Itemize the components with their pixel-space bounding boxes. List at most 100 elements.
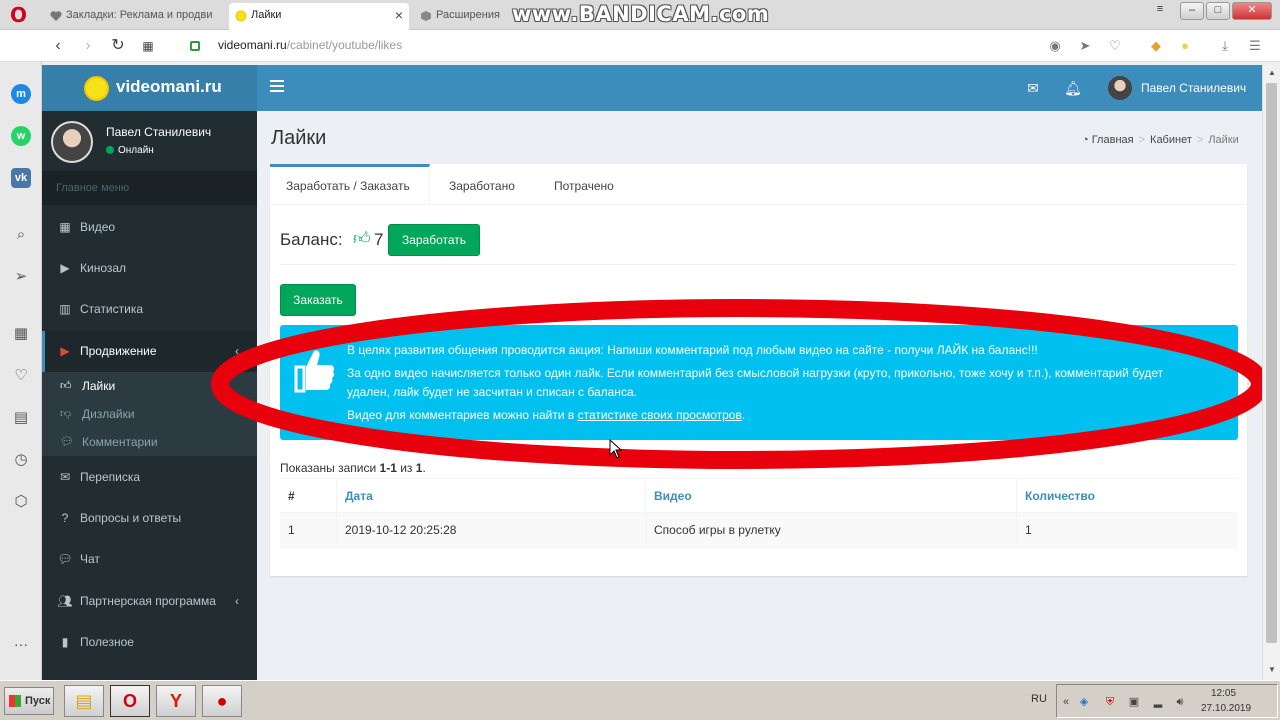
breadcrumb-cabinet[interactable]: Кабинет [1150,134,1192,146]
language-indicator[interactable]: RU [1031,693,1047,705]
forward-icon[interactable]: › [78,36,98,56]
table-header-date[interactable]: Дата [336,479,645,514]
browser-tab-extensions[interactable]: Расширения [414,3,506,30]
vk-icon[interactable]: vk [11,168,31,188]
envelope-icon[interactable]: ✉ [1024,79,1042,97]
submenu-item-dislikes[interactable]: 👎︎ Дизлайки [42,400,257,428]
heart-icon[interactable]: ♡ [11,366,31,386]
statistics-link[interactable]: статистике своих просмотров [578,408,742,422]
messenger-icon[interactable]: m [11,84,31,104]
opera-logo-icon[interactable]: O [10,5,32,25]
menu-header: Главное меню [42,171,257,205]
thumbs-up-large-icon [294,350,335,393]
extensions-cube-icon[interactable]: ⬡ [11,492,31,512]
heart-bookmark-icon[interactable]: ♡ [1107,38,1123,54]
file-manager-icon[interactable]: ▤ [64,685,104,717]
menu-icon[interactable]: ≡ [1148,2,1172,20]
security-icon[interactable]: ⛨ [1103,695,1117,709]
opera-taskbar-icon[interactable]: O [110,685,150,717]
sidebar-item-messages[interactable]: ✉ Переписка [42,457,257,498]
logo-text: videomani.ru [116,77,222,96]
send-icon[interactable]: ➢ [11,267,31,287]
sidebar-item-statistics[interactable]: ▥ Статистика [42,289,257,330]
volume-icon[interactable]: 🔊︎ [1173,695,1187,709]
sidebar-item-video[interactable]: ▦ Видео [42,207,257,248]
maximize-button[interactable]: □ [1206,2,1230,20]
book-icon: ▮ [61,635,69,649]
start-button[interactable]: Пуск [4,687,54,715]
tab-spent[interactable]: Потрачено [538,164,630,205]
earn-button[interactable]: Заработать [388,224,480,256]
bell-icon[interactable]: 🔔︎ [1064,79,1082,97]
header-user-name[interactable]: Павел Станилевич [1141,81,1246,95]
reload-icon[interactable]: ↻ [108,36,128,56]
scroll-down-icon[interactable]: ▼ [1267,665,1277,674]
balance-label: Баланс: [280,230,343,249]
logo-bar[interactable]: videomani.ru [42,65,257,111]
thumbs-up-icon: 👍︎ [60,380,72,392]
download-icon[interactable]: ⤓ [1217,38,1233,54]
sidebar-item-partners[interactable]: 👥︎ Партнерская программа ‹ [42,581,257,622]
callout-line-2: За одно видео начисляется только один ла… [347,366,1164,380]
speed-dial-icon[interactable]: ▦ [138,36,158,56]
grid-icon[interactable]: ▦ [11,324,31,344]
page-scrollbar[interactable]: ▲ ▼ [1262,65,1280,680]
search-icon[interactable]: ⌕ [11,225,31,245]
user-name: Павел Станилевич [106,125,212,139]
header-avatar[interactable] [1108,76,1132,100]
device-icon[interactable]: ▣ [1127,695,1141,709]
table-cell-number: 1 [288,523,295,537]
callout-line-4: Видео для комментариев можно найти в ста… [347,408,746,422]
clock-time[interactable]: 12:05 [1211,688,1236,699]
order-button[interactable]: Заказать [280,284,356,316]
scroll-up-icon[interactable]: ▲ [1267,68,1277,77]
whatsapp-icon[interactable]: w [11,126,31,146]
browser-tab-bookmarks[interactable]: Закладки: Реклама и продви [44,3,226,30]
scroll-thumb[interactable] [1266,83,1277,643]
submenu-item-comments[interactable]: 💬︎ Комментарии [42,428,257,456]
sun-favicon-icon [235,10,247,22]
breadcrumb-current: Лайки [1208,134,1239,146]
breadcrumb-home[interactable]: Главная [1092,134,1134,146]
back-icon[interactable]: ‹ [48,36,68,56]
news-icon[interactable]: ▤ [11,408,31,428]
close-tab-icon[interactable]: × [395,3,403,28]
clock-date[interactable]: 27.10.2019 [1201,703,1251,714]
signal-icon[interactable]: ▂ [1151,695,1165,709]
send-icon[interactable]: ➤ [1077,38,1093,54]
minimize-button[interactable]: – [1180,2,1204,20]
bandicam-icon[interactable]: ● [202,685,242,717]
network-icon[interactable]: ◈ [1077,695,1091,709]
top-header: ✉ 🔔︎ Павел Станилевич [257,65,1262,111]
history-icon[interactable]: ◷ [11,450,31,470]
tab-earn-order[interactable]: Заработать / Заказать [270,164,430,205]
cube-icon [421,11,431,21]
easy-setup-icon[interactable]: ☰ [1247,38,1263,54]
hamburger-menu-icon[interactable] [270,80,284,92]
thumbs-down-icon: 👎︎ [60,408,72,420]
sidebar-item-promotion[interactable]: ▶ Продвижение ‹ [42,331,257,372]
extension-icon[interactable]: ◆ [1148,38,1164,54]
yandex-browser-icon[interactable]: Y [156,685,196,717]
sidebar-item-useful[interactable]: ▮ Полезное [42,622,257,663]
table-header-row: # Дата Видео Количество [280,478,1238,514]
browser-tab-likes[interactable]: Лайки × [229,3,409,30]
submenu-item-likes[interactable]: 👍︎ Лайки [42,372,257,400]
lock-icon [190,41,200,51]
thumbs-up-icon: 👍︎ [353,229,371,248]
close-window-button[interactable]: ✕ [1232,2,1272,20]
table-header-video[interactable]: Видео [645,479,1016,514]
camera-icon[interactable]: ◉ [1047,38,1063,54]
promo-callout: В целях развития общения проводится акци… [280,325,1238,440]
sidebar-item-faq[interactable]: ? Вопросы и ответы [42,498,257,539]
taskbar: Пуск ▤ O Y ● RU « ◈ ⛨ ▣ ▂ 🔊︎ 12:05 27.10… [0,680,1280,720]
url-field[interactable]: videomani.ru/cabinet/youtube/likes [218,38,402,52]
extension-sun-icon[interactable]: ● [1177,38,1193,54]
tray-expand-icon[interactable]: « [1059,695,1073,709]
tab-earned[interactable]: Заработано [433,164,531,205]
more-icon[interactable]: … [11,632,31,652]
promotion-submenu: 👍︎ Лайки 👎︎ Дизлайки 💬︎ Комментарии [42,372,257,456]
sidebar-item-cinema[interactable]: ▶ Кинозал [42,248,257,289]
sidebar-item-chat[interactable]: 💬︎ Чат [42,539,257,580]
table-header-quantity[interactable]: Количество [1016,479,1238,514]
